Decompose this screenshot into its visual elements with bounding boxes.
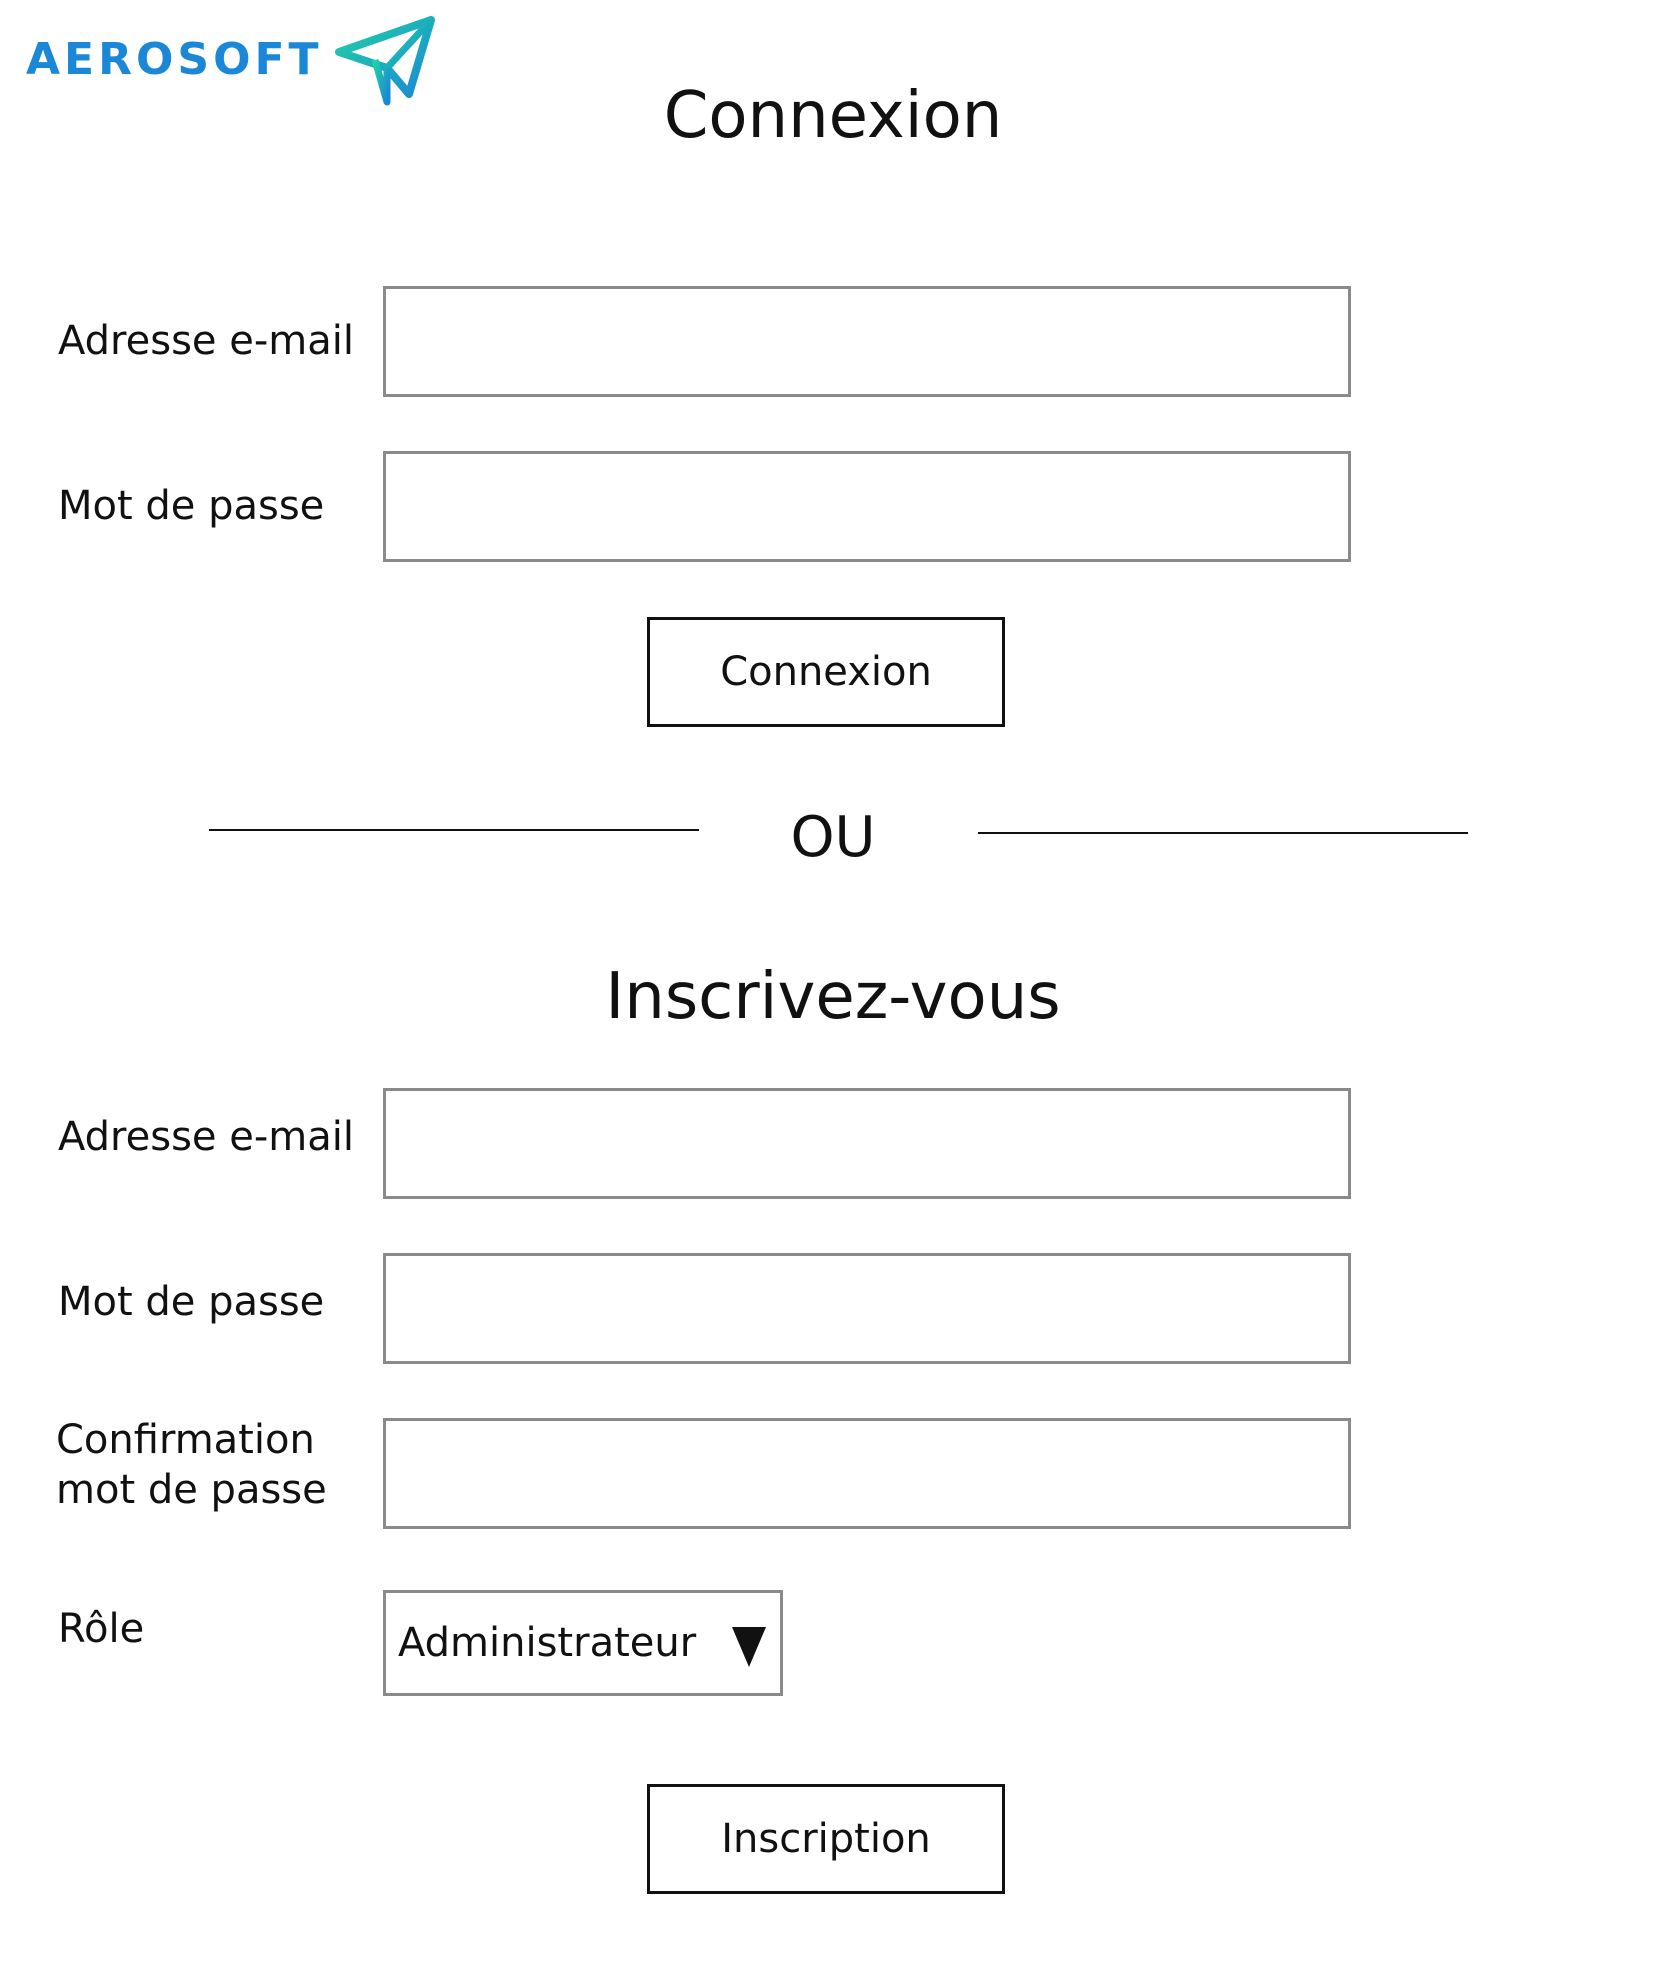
- signup-title: Inscrivez-vous: [605, 960, 1061, 1034]
- signup-button[interactable]: Inscription: [647, 1784, 1005, 1894]
- paper-plane-icon: [335, 16, 435, 106]
- login-title: Connexion: [663, 79, 1003, 153]
- triangle-down-icon: [732, 1627, 766, 1667]
- signup-confirm-password-input[interactable]: [383, 1418, 1351, 1529]
- signup-role-label: Rôle: [58, 1606, 145, 1652]
- login-email-label: Adresse e-mail: [58, 318, 354, 364]
- login-button[interactable]: Connexion: [647, 617, 1005, 727]
- separator-label: OU: [790, 805, 876, 870]
- login-password-label: Mot de passe: [58, 483, 325, 529]
- signup-confirm-label-line2: mot de passe: [56, 1467, 327, 1513]
- role-select-value: Administrateur: [398, 1620, 697, 1666]
- brand-logo-text: AEROSOFT: [26, 34, 323, 85]
- signup-password-input[interactable]: [383, 1253, 1351, 1364]
- login-password-input[interactable]: [383, 451, 1351, 562]
- signup-email-input[interactable]: [383, 1088, 1351, 1199]
- signup-password-label: Mot de passe: [58, 1279, 325, 1325]
- role-select[interactable]: Administrateur: [383, 1590, 783, 1696]
- login-email-input[interactable]: [383, 286, 1351, 397]
- separator-line-left: [209, 829, 699, 831]
- signup-email-label: Adresse e-mail: [58, 1114, 354, 1160]
- separator-line-right: [978, 832, 1468, 834]
- signup-confirm-label-line1: Confirmation: [56, 1417, 315, 1463]
